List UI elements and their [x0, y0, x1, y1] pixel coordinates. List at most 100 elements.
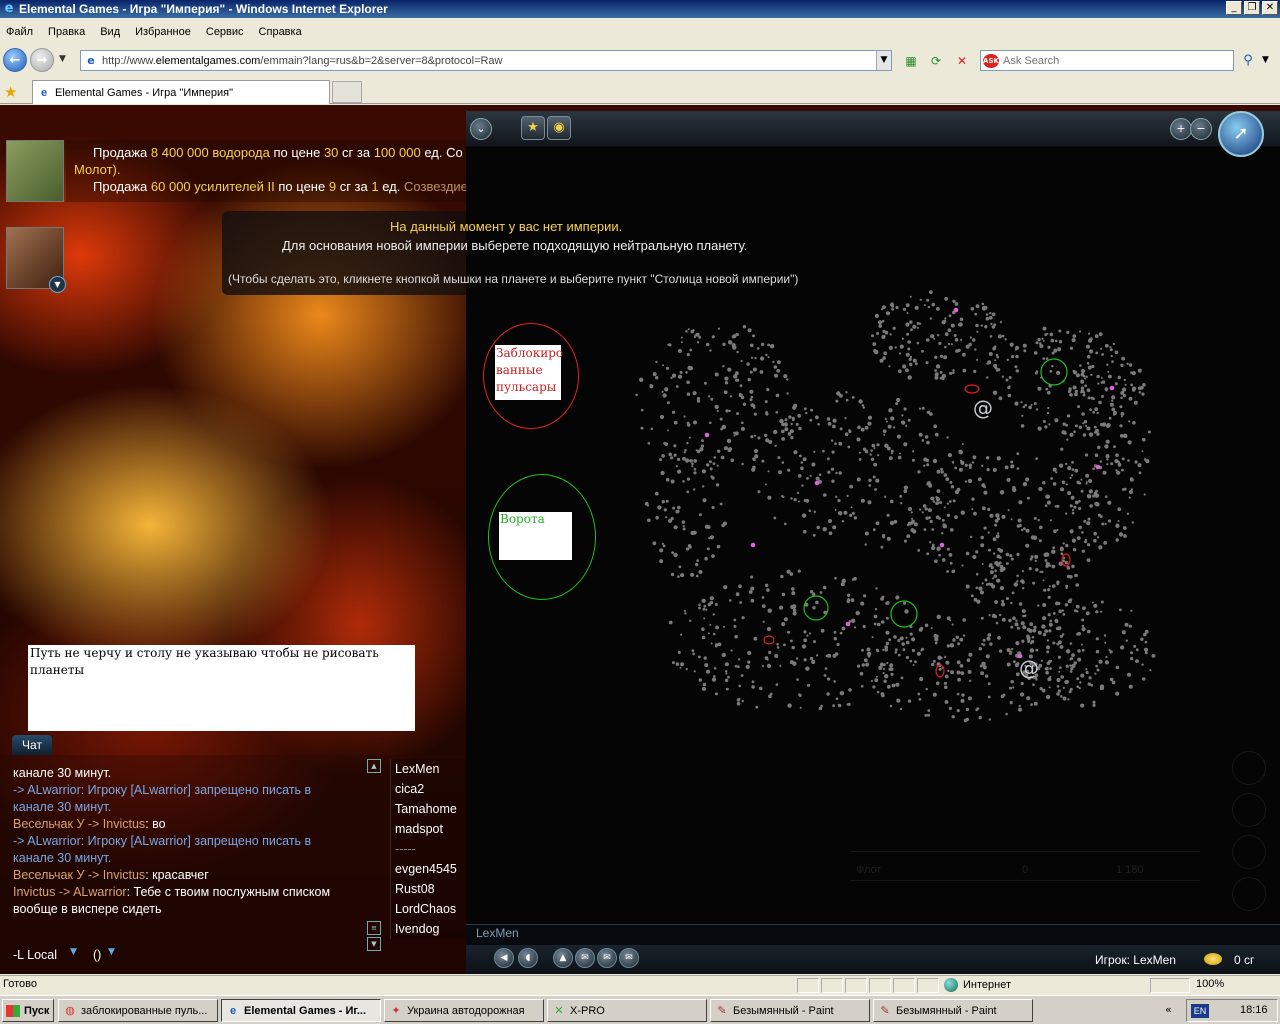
- star-system[interactable]: [897, 639, 901, 642]
- star-system[interactable]: [975, 550, 979, 554]
- star-system[interactable]: [679, 370, 683, 374]
- star-system[interactable]: [747, 650, 752, 656]
- star-system[interactable]: [640, 408, 644, 412]
- star-system[interactable]: [862, 406, 865, 409]
- star-system[interactable]: [703, 604, 707, 608]
- star-system[interactable]: [649, 383, 652, 387]
- star-system[interactable]: [942, 518, 945, 522]
- star-system[interactable]: [936, 501, 940, 504]
- star-system[interactable]: [1087, 388, 1089, 391]
- star-system[interactable]: [811, 660, 816, 664]
- star-system[interactable]: [903, 407, 907, 411]
- star-system[interactable]: [786, 378, 789, 381]
- star-system[interactable]: [677, 469, 682, 474]
- star-system[interactable]: [757, 436, 761, 440]
- star-system[interactable]: [1057, 693, 1060, 696]
- star-system[interactable]: [1009, 686, 1012, 690]
- star-system[interactable]: [1133, 400, 1138, 405]
- star-system[interactable]: [1062, 696, 1067, 701]
- star-system[interactable]: [976, 330, 979, 333]
- star-system[interactable]: [1033, 701, 1038, 706]
- star-system[interactable]: [896, 698, 901, 703]
- star-system[interactable]: [791, 591, 796, 596]
- star-system[interactable]: [790, 604, 795, 610]
- star-system[interactable]: [1011, 591, 1015, 595]
- star-system[interactable]: [752, 465, 756, 470]
- star-system[interactable]: [982, 638, 986, 642]
- star-system[interactable]: [907, 375, 912, 380]
- star-system[interactable]: [965, 717, 969, 722]
- star-system[interactable]: [888, 365, 891, 368]
- star-system[interactable]: [803, 499, 807, 502]
- star-system[interactable]: [989, 582, 994, 587]
- star-system[interactable]: [1057, 347, 1062, 352]
- star-system[interactable]: [1041, 688, 1046, 693]
- star-system[interactable]: [818, 706, 823, 711]
- star-system[interactable]: [957, 642, 961, 646]
- star-system[interactable]: [783, 422, 788, 427]
- star-system[interactable]: [1118, 532, 1124, 537]
- star-system[interactable]: [988, 718, 991, 721]
- star-system[interactable]: [1066, 574, 1071, 579]
- star-system[interactable]: [834, 442, 837, 446]
- star-system[interactable]: [905, 322, 910, 327]
- star-system[interactable]: [959, 664, 964, 668]
- star-system[interactable]: [957, 677, 961, 682]
- star-system[interactable]: [832, 418, 837, 423]
- star-system[interactable]: [952, 371, 955, 374]
- star-system[interactable]: [917, 470, 921, 474]
- star-system[interactable]: [873, 349, 877, 353]
- star-system[interactable]: [931, 528, 934, 531]
- star-system[interactable]: [668, 452, 672, 457]
- star-system[interactable]: [1138, 471, 1142, 475]
- star-system[interactable]: [892, 426, 896, 429]
- star-system[interactable]: [677, 651, 681, 654]
- star-system[interactable]: [990, 570, 994, 575]
- star-system[interactable]: [750, 598, 755, 603]
- star-system[interactable]: [1004, 465, 1009, 470]
- star-system[interactable]: [885, 311, 891, 316]
- star-system[interactable]: [864, 449, 869, 454]
- star-system[interactable]: [1111, 395, 1116, 400]
- star-system[interactable]: [864, 543, 867, 546]
- star-system[interactable]: [863, 594, 867, 598]
- star-system[interactable]: [1101, 353, 1104, 356]
- star-system[interactable]: [698, 603, 701, 607]
- stop-icon[interactable]: ✕: [952, 52, 972, 70]
- star-system[interactable]: [751, 680, 755, 684]
- star-system[interactable]: [993, 552, 996, 555]
- star-system[interactable]: [1070, 495, 1075, 500]
- star-system[interactable]: [912, 358, 917, 363]
- star-system[interactable]: [750, 356, 754, 359]
- star-system[interactable]: [980, 324, 983, 327]
- star-system[interactable]: [727, 448, 732, 453]
- star-system[interactable]: [1100, 377, 1103, 379]
- star-system[interactable]: [1117, 462, 1122, 467]
- star-system[interactable]: [871, 443, 876, 448]
- star-system[interactable]: [1005, 378, 1009, 382]
- search-dropdown-icon[interactable]: ▼: [1262, 55, 1269, 65]
- star-system[interactable]: [867, 415, 873, 420]
- star-system[interactable]: [1120, 415, 1123, 418]
- star-system[interactable]: [670, 376, 673, 380]
- star-system[interactable]: [1095, 610, 1099, 614]
- star-system[interactable]: [917, 549, 921, 552]
- star-system[interactable]: [881, 335, 886, 339]
- star-system[interactable]: [1001, 334, 1005, 338]
- star-system[interactable]: [1071, 338, 1076, 343]
- star-system[interactable]: [909, 355, 913, 359]
- star-system[interactable]: [1104, 522, 1107, 526]
- star-system[interactable]: [709, 535, 714, 540]
- star-system[interactable]: [960, 338, 963, 341]
- menu-file[interactable]: Файл: [6, 26, 33, 38]
- star-system[interactable]: [921, 439, 925, 442]
- star-system[interactable]: [1058, 640, 1062, 645]
- star-system[interactable]: [803, 638, 808, 643]
- star-system[interactable]: [1035, 568, 1039, 572]
- star-system[interactable]: [1016, 580, 1019, 583]
- star-system[interactable]: [848, 688, 852, 692]
- star-system[interactable]: [926, 463, 930, 467]
- star-system[interactable]: [938, 553, 941, 557]
- star-system[interactable]: [1094, 453, 1099, 458]
- star-system[interactable]: [749, 398, 753, 402]
